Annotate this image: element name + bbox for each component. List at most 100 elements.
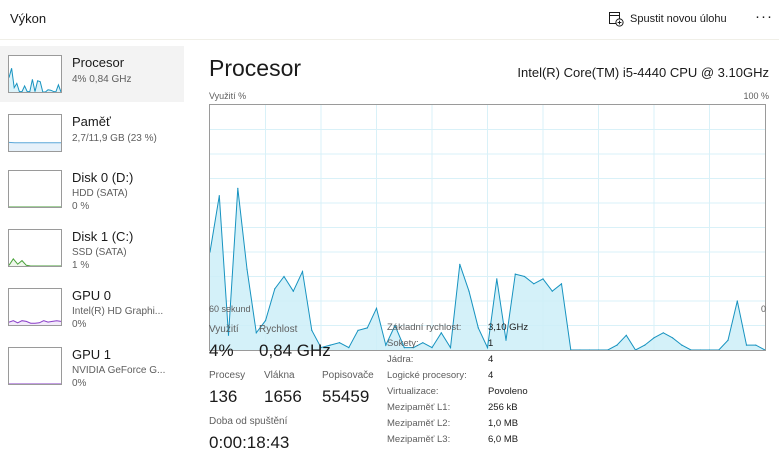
sidebar-item-label: Disk 1 (C:) [72,229,134,244]
uptime-value: 0:00:18:43 [209,433,290,452]
cpu-usage-point [283,275,285,278]
spec-key: Mezipaměť L2: [387,418,451,429]
sidebar-item-cpu[interactable]: Procesor 4% 0,84 GHz [0,46,184,102]
cpu-usage-point [755,344,757,346]
cpu-usage-point [348,347,350,349]
memory-thumbnail-svg [9,141,61,151]
utilization-axis-label: Využití % [209,91,247,101]
utilization-max-label: 100 % [743,91,769,101]
cpu-usage-point [431,347,433,349]
sidebar-item-disk-0[interactable]: Disk 0 (D:) HDD (SATA) 0 % [0,161,184,217]
cpu-usage-point [625,334,627,336]
cpu-usage-point [505,339,507,341]
gpu0-thumbnail-graph [8,288,62,326]
title-bar: Výkon Spustit novou úlohu ··· [0,0,779,40]
cpu-usage-point [375,307,378,309]
memory-thumbnail-graph [8,114,62,152]
spec-value: 6,0 MB [488,434,519,445]
gpu1-thumbnail-svg [9,383,61,384]
sidebar-item-detail: SSD (SATA) [72,247,127,258]
processes-value: 136 [209,387,238,406]
usage-label: Využití [209,324,239,335]
cpu-usage-point [727,339,729,341]
cpu-usage-point [662,332,664,334]
sidebar-item-label: GPU 1 [72,347,112,362]
cpu-thumbnail-graph [8,55,62,93]
cpu-usage-point [533,283,535,285]
sidebar-item-detail: 4% 0,84 GHz [72,74,132,85]
time-span-label: 60 sekund [209,304,251,314]
cpu-usage-point [338,342,341,344]
spec-key: Sokety: [387,338,419,349]
cpu-usage-point [551,290,553,292]
cpu-usage-point [588,349,590,350]
cpu-usage-point [681,344,683,346]
cpu-usage-point [514,273,516,275]
cpu-usage-point [542,278,544,280]
cpu-thumb-area [9,68,61,92]
disk1-thumbnail-graph [8,229,62,267]
sidebar-item-memory[interactable]: Paměť 2,7/11,9 GB (23 %) [0,105,184,161]
cpu-thumbnail-svg [9,68,61,92]
sidebar-item-detail: Intel(R) HD Graphi... [72,306,164,317]
cpu-usage-point [496,278,498,280]
cpu-usage-point [653,337,655,339]
sidebar-item-disk-1[interactable]: Disk 1 (C:) SSD (SATA) 1 % [0,220,184,276]
spec-value: 4 [488,354,494,365]
spec-key: Logické procesory: [387,370,467,381]
sidebar-item-detail: 2,7/11,9 GB (23 %) [72,133,157,144]
disk0-thumbnail-svg [9,206,61,207]
cpu-usage-point [523,275,526,278]
cpu-usage-point [301,271,304,273]
spec-value: 1,0 MB [488,418,519,429]
cpu-usage-point [274,288,276,290]
disk0-thumbnail-graph [8,170,62,208]
cpu-usage-point [560,283,563,285]
spec-key: Mezipaměť L3: [387,434,451,445]
cpu-usage-point [579,349,581,350]
cpu-usage-point [311,329,313,331]
sidebar-item-label: Disk 0 (D:) [72,170,134,185]
speed-value: 0,84 GHz [259,341,331,360]
uptime-label: Doba od spuštění [209,416,288,427]
sidebar-item-gpu-0[interactable]: GPU 0 Intel(R) HD Graphi... 0% [0,279,184,335]
spec-value: 1 [488,338,494,349]
cpu-usage-point [237,187,239,189]
memory-thumb-area [9,142,61,151]
spec-value: 3,10 GHz [488,322,529,333]
handles-value: 55459 [322,387,370,406]
gpu0-thumbnail-svg [9,320,61,325]
cpu-model-name: Intel(R) Core(TM) i5-4440 CPU @ 3.10GHz [517,65,769,80]
cpu-usage-point [699,349,701,350]
cpu-usage-point [366,327,368,329]
speed-label: Rychlost [259,324,298,335]
sidebar-item-label: Procesor [72,55,125,70]
sidebar-item-detail: HDD (SATA) [72,188,128,199]
run-new-task-label: Spustit novou úlohu [630,13,727,25]
gpu1-thumbnail-graph [8,347,62,385]
sidebar-item-usage: 0% [72,319,87,330]
threads-label: Vlákna [264,370,295,381]
more-options-button[interactable]: ··· [752,6,776,30]
spec-key: Jádra: [387,354,414,365]
cpu-usage-point [449,347,452,349]
cpu-title: Procesor [209,55,302,81]
cpu-usage-point [357,329,359,331]
time-zero-label: 0 [760,304,766,314]
disk1-thumbnail-svg [9,257,61,266]
threads-value: 1656 [264,387,302,406]
cpu-usage-point [468,290,470,292]
run-new-task-button[interactable]: Spustit novou úlohu [608,9,727,29]
spec-key: Základní rychlost: [387,322,462,333]
cpu-utilization-graph [209,104,766,351]
sidebar-item-label: Paměť [72,114,111,129]
cpu-usage-point [671,337,674,339]
processes-label: Procesy [209,370,246,381]
sidebar-item-usage: 0 % [72,201,90,212]
cpu-usage-point [736,300,738,302]
cpu-usage-point [644,344,646,346]
sidebar-item-gpu-1[interactable]: GPU 1 NVIDIA GeForce G... 0% [0,338,184,394]
cpu-usage-point [292,290,294,292]
cpu-usage-point [745,344,748,346]
spec-value: Povoleno [488,386,528,397]
